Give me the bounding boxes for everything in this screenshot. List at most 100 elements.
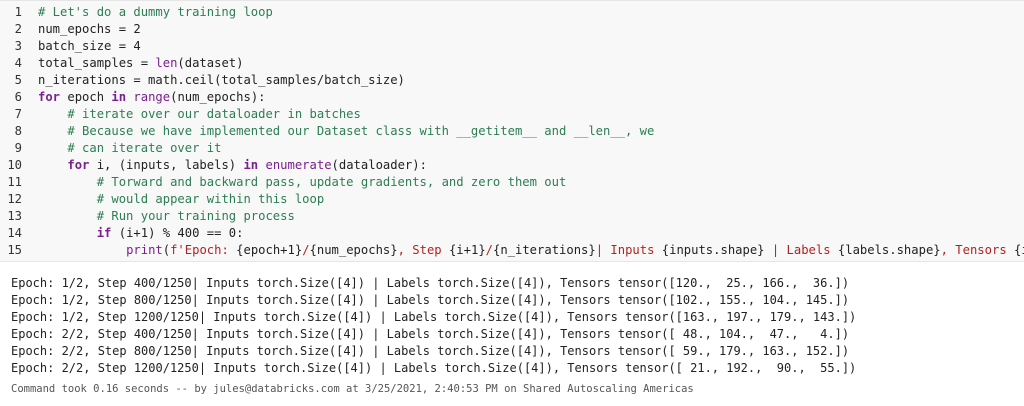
code-token: num_epochs = 2 xyxy=(38,22,141,36)
command-status: Command took 0.16 seconds -- by jules@da… xyxy=(11,383,694,395)
code-token: len xyxy=(155,56,178,70)
code-token: n_iterations = math.ceil(total_samples/b… xyxy=(38,73,405,87)
output-line: Epoch: 1/2, Step 400/1250| Inputs torch.… xyxy=(11,276,850,290)
code-token: (dataset) xyxy=(177,56,244,70)
code-token: {epoch+1} xyxy=(236,243,303,257)
code-text: if (i+1) % 400 == 0: xyxy=(38,225,244,242)
line-number: 4 xyxy=(14,56,22,70)
code-token: {inputs.shape} xyxy=(661,243,765,257)
code-token: ( xyxy=(162,243,171,257)
line-number: 10 xyxy=(7,158,22,172)
code-token: # Run your training process xyxy=(96,209,295,223)
code-text: # Torward and backward pass, update grad… xyxy=(38,174,567,191)
code-token: # can iterate over it xyxy=(67,141,222,155)
code-token: {i+1} xyxy=(448,243,486,257)
code-token: batch_size = 4 xyxy=(38,39,141,53)
code-token: in xyxy=(243,158,259,172)
code-line: 13 # Run your training process xyxy=(0,208,1024,225)
code-token: i, (inputs, labels) xyxy=(89,158,244,172)
code-text: print(f'Epoch: {epoch+1}/{num_epochs}, S… xyxy=(38,242,1024,259)
line-number: 9 xyxy=(14,141,22,155)
code-token: if xyxy=(96,226,112,240)
code-line: 14 if (i+1) % 400 == 0: xyxy=(0,225,1024,242)
code-text: # can iterate over it xyxy=(38,140,221,157)
code-text: for epoch in range(num_epochs): xyxy=(38,89,266,106)
code-line: 7 # iterate over our dataloader in batch… xyxy=(0,106,1024,123)
output-line: Epoch: 1/2, Step 1200/1250| Inputs torch… xyxy=(11,310,857,324)
output-line: Epoch: 1/2, Step 800/1250| Inputs torch.… xyxy=(11,293,850,307)
code-token: enumerate xyxy=(265,158,332,172)
output-line: Epoch: 2/2, Step 800/1250| Inputs torch.… xyxy=(11,344,850,358)
code-token: (dataloader): xyxy=(331,158,427,172)
line-number: 3 xyxy=(14,39,22,53)
code-line: 9 # can iterate over it xyxy=(0,140,1024,157)
code-token: in xyxy=(111,90,127,104)
code-token: for xyxy=(38,90,61,104)
code-token: {num_epochs} xyxy=(309,243,398,257)
output-line: Epoch: 2/2, Step 400/1250| Inputs torch.… xyxy=(11,327,850,341)
line-number: 13 xyxy=(7,209,22,223)
code-token: | Inputs xyxy=(595,243,662,257)
code-token: , Tensors xyxy=(940,243,1014,257)
code-line: 5 n_iterations = math.ceil(total_samples/… xyxy=(0,72,1024,89)
code-text: batch_size = 4 xyxy=(38,38,141,55)
code-text: num_epochs = 2 xyxy=(38,21,141,38)
code-text: # Run your training process xyxy=(38,208,295,225)
code-token: {n_iterations} xyxy=(493,243,596,257)
code-line: 3 batch_size = 4 xyxy=(0,38,1024,55)
code-line: 11 # Torward and backward pass, update g… xyxy=(0,174,1024,191)
line-number: 14 xyxy=(7,226,22,240)
output-line: Epoch: 2/2, Step 1200/1250| Inputs torch… xyxy=(11,361,857,375)
code-token: # iterate over our dataloader in batches xyxy=(67,107,361,121)
code-text: # iterate over our dataloader in batches xyxy=(38,106,361,123)
line-number: 5 xyxy=(14,73,22,87)
line-number: 15 xyxy=(7,243,22,257)
code-line: 10 for i, (inputs, labels) in enumerate(… xyxy=(0,157,1024,174)
code-text: for i, (inputs, labels) in enumerate(dat… xyxy=(38,157,427,174)
code-token: / xyxy=(485,243,493,257)
code-token: for xyxy=(67,158,90,172)
code-token: f'Epoch: xyxy=(170,243,237,257)
code-token: # Because we have implemented our Datase… xyxy=(67,124,655,138)
code-line: 12 # would appear within this loop xyxy=(0,191,1024,208)
code-token: (i+1) % 400 == 0: xyxy=(111,226,244,240)
code-token: {inputs} xyxy=(1014,243,1024,257)
code-token: | Labels xyxy=(764,243,838,257)
code-line: 6 for epoch in range(num_epochs): xyxy=(0,89,1024,106)
code-text: # Because we have implemented our Datase… xyxy=(38,123,654,140)
code-line: 2 num_epochs = 2 xyxy=(0,21,1024,38)
code-text: n_iterations = math.ceil(total_samples/b… xyxy=(38,72,405,89)
code-text: total_samples = len(dataset) xyxy=(38,55,243,72)
code-token: epoch xyxy=(60,90,112,104)
code-token: print xyxy=(126,243,163,257)
code-token: / xyxy=(302,243,310,257)
code-token: {labels.shape} xyxy=(837,243,941,257)
line-number: 11 xyxy=(7,175,22,189)
line-number: 1 xyxy=(14,5,22,19)
code-token: # would appear within this loop xyxy=(96,192,325,206)
line-number: 12 xyxy=(7,192,22,206)
code-token: # Torward and backward pass, update grad… xyxy=(96,175,567,189)
line-number: 8 xyxy=(14,124,22,138)
cell-output: Command took 0.16 seconds -- by jules@da… xyxy=(0,262,1024,406)
line-number: 6 xyxy=(14,90,22,104)
code-token: , Step xyxy=(397,243,449,257)
code-token: # Let's do a dummy training loop xyxy=(38,5,273,19)
code-cell[interactable]: 1 # Let's do a dummy training loop 2 num_ep… xyxy=(0,0,1024,262)
code-line: 1 # Let's do a dummy training loop xyxy=(0,4,1024,21)
code-token: total_samples = xyxy=(38,56,156,70)
code-text: # Let's do a dummy training loop xyxy=(38,4,273,21)
line-number: 7 xyxy=(14,107,22,121)
code-token: (num_epochs): xyxy=(170,90,266,104)
line-number: 2 xyxy=(14,22,22,36)
code-line: 15 print(f'Epoch: {epoch+1}/{num_epochs}… xyxy=(0,242,1024,259)
